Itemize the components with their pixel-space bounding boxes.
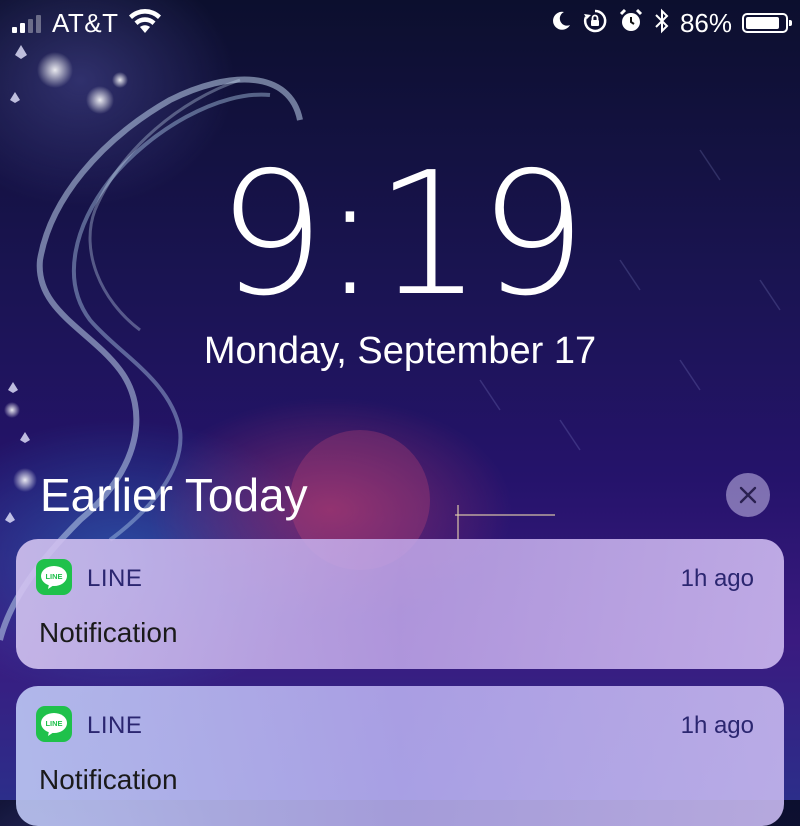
carrier-name: AT&T — [52, 8, 119, 38]
notification-message: Notification — [39, 764, 178, 795]
battery-icon — [742, 13, 792, 33]
rotation-lock-icon — [582, 8, 608, 39]
cellular-signal-icon — [12, 11, 41, 33]
do-not-disturb-moon-icon — [550, 10, 572, 37]
battery-percentage: 86% — [679, 7, 732, 38]
alarm-icon — [618, 8, 644, 39]
notification-card[interactable]: LINE LINE 1h ago Notification — [16, 539, 784, 669]
line-icon-text: LINE — [45, 719, 62, 728]
line-icon-text: LINE — [45, 572, 62, 581]
status-bar: AT&T 86% — [0, 0, 800, 48]
clear-notifications-button[interactable] — [726, 473, 770, 517]
notification-app-name: LINE — [87, 712, 143, 739]
close-icon — [739, 486, 757, 504]
wifi-icon — [128, 9, 162, 40]
notification-timestamp: 1h ago — [680, 565, 754, 592]
notification-section-title: Earlier Today — [40, 469, 308, 521]
battery-tip — [789, 20, 792, 26]
lock-screen-date: Monday, September 17 — [203, 330, 597, 372]
notification-message: Notification — [39, 617, 178, 648]
line-app-icon: LINE — [36, 706, 72, 742]
notification-app-name: LINE — [87, 565, 143, 592]
wallpaper — [0, 45, 781, 641]
bluetooth-icon — [654, 8, 670, 39]
notification-timestamp: 1h ago — [680, 712, 754, 739]
battery-fill — [746, 17, 779, 29]
notification-card[interactable]: LINE LINE 1h ago Notification — [16, 686, 784, 826]
lock-screen-time: 9:19 — [217, 136, 587, 334]
line-app-icon: LINE — [36, 559, 72, 595]
